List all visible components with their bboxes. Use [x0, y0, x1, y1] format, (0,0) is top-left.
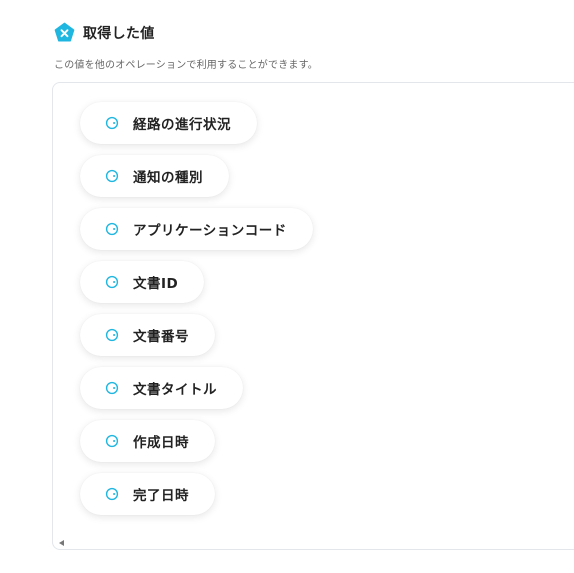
- value-chip-label: 文書タイトル: [133, 382, 217, 398]
- value-chip[interactable]: 文書ID: [80, 261, 205, 303]
- section-description: この値を他のオペレーションで利用することができます。: [54, 60, 318, 71]
- value-chip[interactable]: 経路の進行状況: [80, 102, 257, 144]
- value-chip-label: アプリケーションコード: [133, 223, 287, 239]
- value-token-icon: [105, 434, 119, 448]
- scroll-left-arrow-icon[interactable]: [59, 540, 64, 546]
- value-chip-label: 文書ID: [133, 276, 179, 292]
- horizontal-scrollbar[interactable]: [53, 537, 574, 549]
- value-chip[interactable]: 文書タイトル: [80, 367, 243, 409]
- value-token-icon: [105, 222, 119, 236]
- value-chip-list: 経路の進行状況 通知の種別アプリケーションコード 文書ID 文書番号文書タイトル 作成日…: [80, 102, 313, 515]
- variable-x-icon: [54, 22, 75, 42]
- value-token-icon: [105, 381, 119, 395]
- value-token-icon: [105, 328, 119, 342]
- section-header: 取得した値: [54, 22, 155, 43]
- value-chip[interactable]: 通知の種別: [80, 155, 229, 197]
- value-chip[interactable]: 文書番号: [80, 314, 215, 356]
- value-token-icon: [105, 116, 119, 130]
- value-chip-label: 経路の進行状況: [133, 117, 231, 133]
- value-token-icon: [105, 275, 119, 289]
- value-token-icon: [105, 169, 119, 183]
- value-chip-label: 完了日時: [133, 488, 189, 504]
- values-panel: 経路の進行状況 通知の種別アプリケーションコード 文書ID 文書番号文書タイトル 作成日…: [52, 82, 574, 550]
- value-chip-label: 文書番号: [133, 329, 189, 345]
- value-token-icon: [105, 487, 119, 501]
- value-chip[interactable]: アプリケーションコード: [80, 208, 313, 250]
- value-chip-label: 通知の種別: [133, 170, 203, 186]
- section-title: 取得した値: [83, 25, 155, 42]
- value-chip[interactable]: 完了日時: [80, 473, 215, 515]
- value-chip-label: 作成日時: [133, 435, 189, 451]
- value-chip[interactable]: 作成日時: [80, 420, 215, 462]
